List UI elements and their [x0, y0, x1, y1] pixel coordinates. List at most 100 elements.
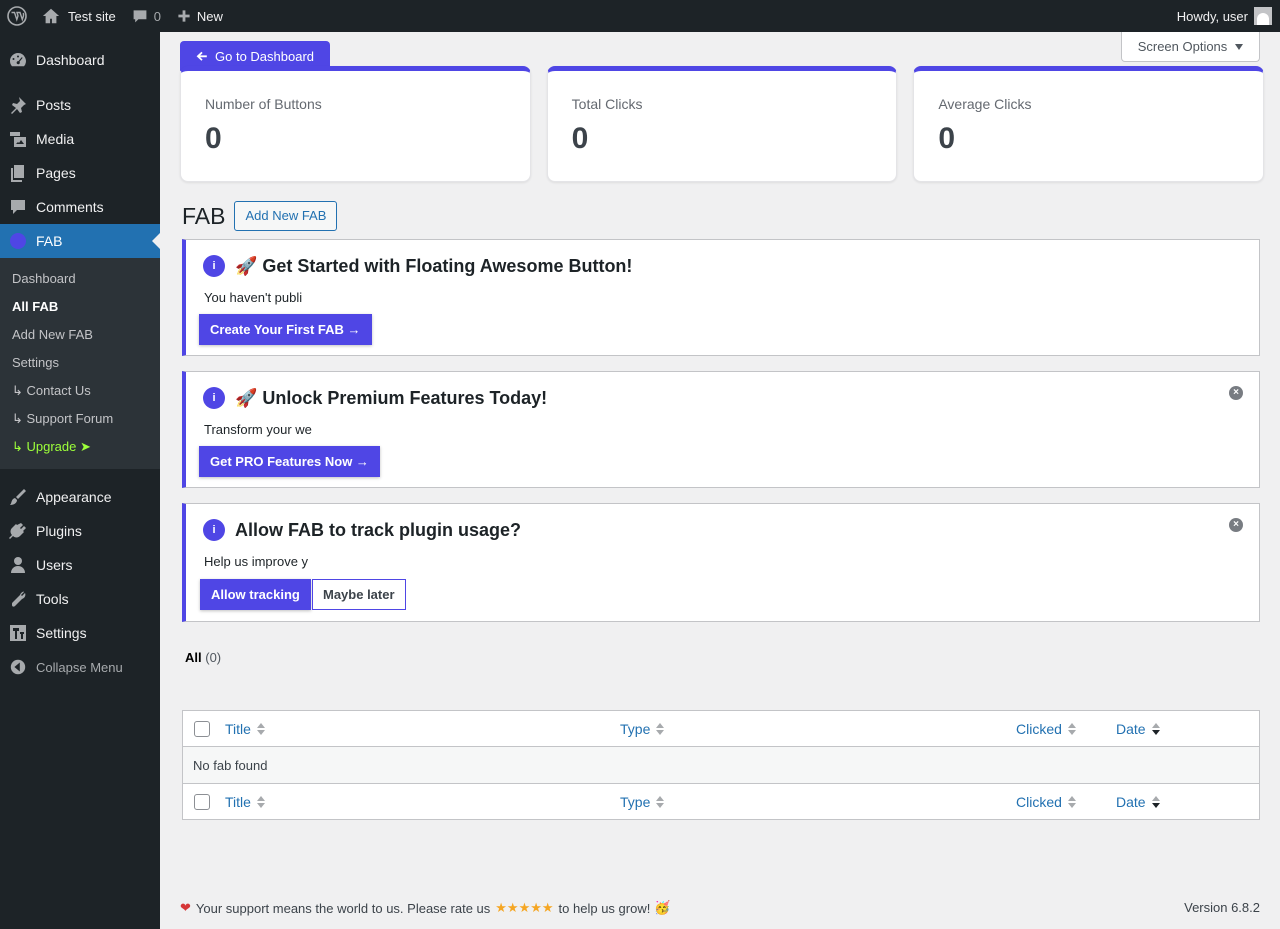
- rating-stars-link[interactable]: ★★★★★: [495, 900, 553, 916]
- sidebar-item-posts[interactable]: Posts: [0, 88, 160, 122]
- sidebar-item-comments[interactable]: Comments: [0, 190, 160, 224]
- notice-title: 🚀 Unlock Premium Features Today!: [235, 387, 548, 408]
- brush-icon: [8, 487, 28, 507]
- new-content-link[interactable]: New: [169, 0, 231, 32]
- filter-all-link[interactable]: All: [185, 650, 202, 665]
- column-type[interactable]: Type: [620, 794, 1016, 810]
- notice-get-started: i 🚀 Get Started with Floating Awesome Bu…: [182, 239, 1260, 356]
- collapse-menu-button[interactable]: Collapse Menu: [0, 650, 160, 684]
- sort-icon: [256, 795, 265, 808]
- sidebar-item-label: Plugins: [36, 523, 82, 539]
- table-footer-row: Title Type Clicked Date: [183, 783, 1259, 819]
- stat-value: 0: [205, 122, 222, 155]
- select-all-checkbox[interactable]: [194, 793, 210, 810]
- column-clicked[interactable]: Clicked: [1016, 721, 1116, 737]
- pages-icon: [8, 163, 28, 183]
- stat-card-clicks: Total Clicks 0: [546, 66, 898, 182]
- submenu-upgrade[interactable]: ↳ Upgrade ➤: [0, 433, 160, 461]
- submenu-add-new-fab[interactable]: Add New FAB: [0, 321, 160, 349]
- sidebar-item-label: Users: [36, 557, 73, 573]
- avatar: [1254, 7, 1272, 25]
- footer-text: Your support means the world to us. Plea…: [195, 900, 491, 916]
- sidebar-item-appearance[interactable]: Appearance: [0, 480, 160, 514]
- notice-tracking: i Allow FAB to track plugin usage? × Hel…: [182, 503, 1260, 622]
- sidebar-item-dashboard[interactable]: Dashboard: [0, 43, 160, 77]
- submenu-support-forum[interactable]: ↳ Support Forum: [0, 405, 160, 433]
- footer-thankyou: ❤ Your support means the world to us. Pl…: [180, 900, 671, 916]
- column-type[interactable]: Type: [620, 721, 1016, 737]
- sort-icon: [656, 722, 665, 735]
- dismiss-icon[interactable]: ×: [1229, 518, 1243, 532]
- collapse-icon: [8, 657, 28, 677]
- submenu-all-fab[interactable]: All FAB: [0, 293, 160, 321]
- sort-icon: [256, 722, 265, 735]
- wrench-icon: [8, 589, 28, 609]
- comments-link[interactable]: 0: [124, 0, 169, 32]
- sidebar-item-tools[interactable]: Tools: [0, 582, 160, 616]
- footer-version: Version 6.8.2: [1184, 900, 1260, 915]
- stat-label: Total Clicks: [571, 96, 643, 112]
- media-icon: [8, 129, 28, 149]
- info-icon: i: [203, 519, 225, 541]
- notice-title: Allow FAB to track plugin usage?: [235, 519, 522, 540]
- maybe-later-button[interactable]: Maybe later: [312, 579, 406, 610]
- page-title: FAB: [182, 202, 226, 229]
- column-clicked[interactable]: Clicked: [1016, 794, 1116, 810]
- wordpress-logo-icon[interactable]: [0, 0, 34, 32]
- user-icon: [8, 555, 28, 575]
- sidebar-item-label: Pages: [36, 165, 76, 181]
- screen-options-button[interactable]: Screen Options: [1121, 32, 1260, 62]
- table-header-row: Title Type Clicked Date: [183, 711, 1259, 747]
- sort-icon: [656, 795, 665, 808]
- select-all-checkbox[interactable]: [194, 720, 210, 737]
- plug-icon: [8, 521, 28, 541]
- sidebar-item-label: FAB: [36, 233, 63, 249]
- screen-options-label: Screen Options: [1137, 39, 1228, 54]
- info-icon: i: [203, 255, 225, 277]
- my-account-link[interactable]: Howdy, user: [1169, 0, 1280, 32]
- column-date[interactable]: Date: [1116, 794, 1160, 810]
- sidebar-item-users[interactable]: Users: [0, 548, 160, 582]
- column-date[interactable]: Date: [1116, 721, 1160, 737]
- allow-tracking-button[interactable]: Allow tracking: [200, 579, 311, 610]
- arrow-left-icon: [196, 51, 207, 61]
- comment-bubble-icon: [133, 10, 147, 23]
- column-title[interactable]: Title: [225, 794, 620, 810]
- table-empty-row: No fab found: [183, 747, 1259, 783]
- sidebar-item-settings[interactable]: Settings: [0, 616, 160, 650]
- admin-bar: Test site 0 New Howdy, user: [0, 0, 1280, 32]
- empty-message: No fab found: [193, 757, 268, 773]
- notice-text: Transform your we: [204, 422, 312, 437]
- fab-submenu: Dashboard All FAB Add New FAB Settings ↳…: [0, 258, 160, 469]
- sidebar-item-label: Tools: [36, 591, 69, 607]
- party-icon: 🥳: [654, 900, 671, 915]
- sort-icon: [1151, 722, 1160, 735]
- page-heading: FAB Add New FAB: [182, 201, 338, 231]
- dismiss-icon[interactable]: ×: [1229, 386, 1243, 400]
- admin-sidebar: Dashboard Posts Media Pages Comments FAB…: [0, 32, 160, 929]
- stats-row: Number of Buttons 0 Total Clicks 0 Avera…: [180, 66, 1265, 182]
- create-first-fab-button[interactable]: Create Your First FAB →: [199, 314, 372, 345]
- submenu-dashboard[interactable]: Dashboard: [0, 265, 160, 293]
- submenu-settings[interactable]: Settings: [0, 349, 160, 377]
- sidebar-item-fab[interactable]: FAB: [0, 224, 160, 258]
- submenu-contact-us[interactable]: ↳ Contact Us: [0, 377, 160, 405]
- get-pro-features-button[interactable]: Get PRO Features Now →: [199, 446, 380, 477]
- column-title[interactable]: Title: [225, 721, 620, 737]
- caret-down-icon: [1235, 44, 1244, 54]
- sidebar-item-pages[interactable]: Pages: [0, 156, 160, 190]
- go-to-dashboard-label: Go to Dashboard: [215, 48, 315, 64]
- stat-value: 0: [938, 122, 956, 155]
- sidebar-item-plugins[interactable]: Plugins: [0, 514, 160, 548]
- sidebar-item-media[interactable]: Media: [0, 122, 160, 156]
- site-name-label: Test site: [68, 8, 116, 24]
- site-name-link[interactable]: Test site: [34, 0, 124, 32]
- fab-icon: [8, 231, 28, 251]
- sidebar-item-label: Comments: [36, 199, 104, 215]
- howdy-label: Howdy, user: [1176, 8, 1248, 24]
- notice-header: i 🚀 Get Started with Floating Awesome Bu…: [203, 255, 632, 277]
- collapse-label: Collapse Menu: [36, 659, 123, 675]
- add-new-fab-button[interactable]: Add New FAB: [234, 201, 338, 231]
- stat-label: Average Clicks: [938, 96, 1032, 112]
- stat-label: Number of Buttons: [205, 96, 322, 112]
